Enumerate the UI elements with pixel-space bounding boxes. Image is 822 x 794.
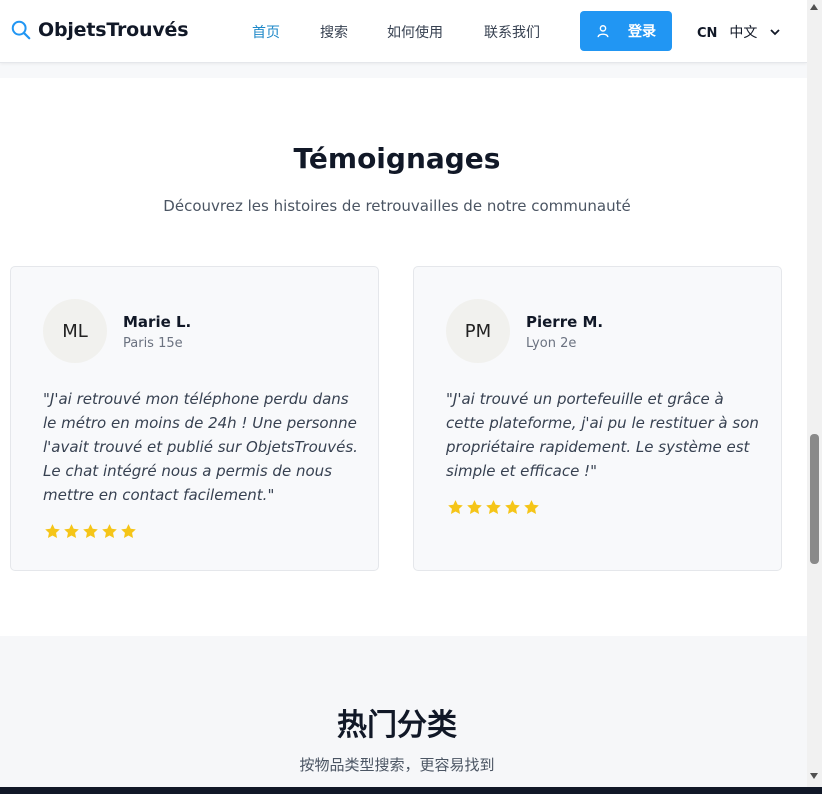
star-icon — [83, 524, 98, 538]
footer-edge — [0, 787, 822, 794]
star-rating — [43, 523, 138, 540]
nav-contact[interactable]: 联系我们 — [484, 22, 540, 42]
star-icon — [486, 500, 501, 514]
star-icon — [448, 500, 463, 514]
login-button[interactable]: 登录 — [580, 11, 672, 51]
chevron-down-icon — [770, 29, 781, 36]
nav-home[interactable]: 首页 — [252, 22, 280, 42]
testimonial-card: PM Pierre M. Lyon 2e "J'ai trouvé un por… — [413, 266, 782, 571]
nav-how-to-use[interactable]: 如何使用 — [387, 22, 443, 42]
user-icon — [597, 25, 609, 38]
testimonial-author: Pierre M. — [526, 313, 604, 331]
testimonial-location: Lyon 2e — [526, 336, 577, 351]
vertical-scrollbar[interactable] — [807, 0, 822, 787]
section-band — [0, 62, 807, 78]
star-icon — [524, 500, 539, 514]
star-icon — [467, 500, 482, 514]
testimonials-title: Témoignages — [293, 142, 501, 175]
testimonial-author: Marie L. — [123, 313, 192, 331]
categories-title: 热门分类 — [337, 708, 457, 743]
star-rating — [446, 499, 541, 516]
language-selector[interactable]: CN 中文 — [697, 22, 781, 42]
star-icon — [121, 524, 136, 538]
login-label: 登录 — [628, 23, 656, 39]
testimonial-location: Paris 15e — [123, 336, 183, 351]
star-icon — [505, 500, 520, 514]
scroll-up-arrow-icon[interactable] — [810, 4, 818, 10]
star-icon — [64, 524, 79, 538]
nav-search[interactable]: 搜索 — [320, 22, 348, 42]
logo[interactable]: ObjetsTrouvés — [10, 19, 189, 41]
star-icon — [45, 524, 60, 538]
avatar: PM — [446, 299, 510, 363]
search-icon — [11, 20, 31, 40]
language-name: 中文 — [729, 25, 758, 41]
site-header: ObjetsTrouvés 首页 搜索 如何使用 联系我们 登录 CN 中文 — [0, 0, 807, 63]
page: ObjetsTrouvés 首页 搜索 如何使用 联系我们 登录 CN 中文 T… — [0, 0, 807, 794]
scrollbar-thumb[interactable] — [810, 434, 819, 564]
scroll-down-arrow-icon[interactable] — [810, 773, 818, 779]
categories-subtitle: 按物品类型搜索，更容易找到 — [299, 756, 495, 774]
star-icon — [102, 524, 117, 538]
testimonial-card: ML Marie L. Paris 15e "J'ai retrouvé mon… — [10, 266, 379, 571]
avatar: ML — [43, 299, 107, 363]
testimonial-quote: "J'ai retrouvé mon téléphone perdu dans … — [43, 390, 358, 504]
testimonial-quote: "J'ai trouvé un portefeuille et grâce à … — [446, 390, 759, 480]
language-code: CN — [697, 25, 718, 41]
brand-name: ObjetsTrouvés — [38, 19, 189, 41]
testimonials-subtitle: Découvrez les histoires de retrouvailles… — [163, 197, 631, 215]
